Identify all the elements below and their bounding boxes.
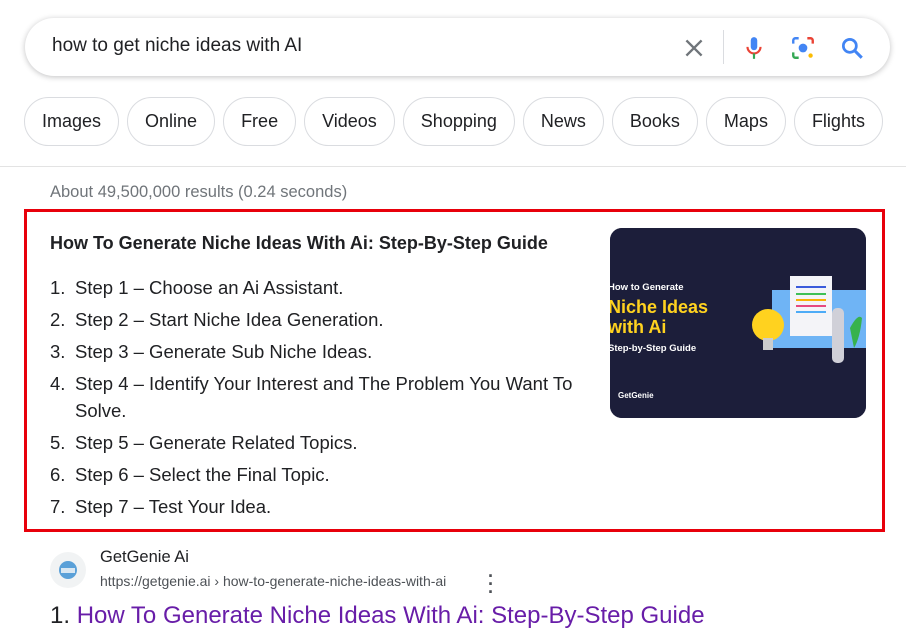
chip-flights[interactable]: Flights: [793, 97, 883, 146]
step-text: Step 7 – Test Your Idea.: [75, 496, 272, 517]
snippet-title: How To Generate Niche Ideas With Ai: Ste…: [50, 233, 548, 253]
clear-icon[interactable]: [681, 35, 707, 61]
list-item: 3. Step 3 – Generate Sub Niche Ideas.: [50, 338, 590, 365]
site-name[interactable]: GetGenie Ai: [100, 548, 189, 567]
list-item: 4. Step 4 – Identify Your Interest and Th…: [50, 370, 590, 424]
step-text: Step 5 – Generate Related Topics.: [75, 432, 358, 453]
chip-maps[interactable]: Maps: [705, 97, 786, 146]
step-text: Step 6 – Select the Final Topic.: [75, 464, 330, 485]
search-icon[interactable]: [839, 35, 865, 61]
step-text: Step 4 – Identify Your Interest and The …: [75, 373, 573, 421]
more-options-icon[interactable]: · · ·: [486, 567, 496, 601]
header-divider: [0, 166, 906, 167]
result-number: 1.: [50, 602, 71, 629]
filter-chips: Images Online Free Videos Shopping News …: [24, 97, 883, 146]
steps-list: 1. Step 1 – Choose an Ai Assistant. 2. Ste…: [50, 274, 590, 525]
thumb-text: with Ai: [610, 317, 666, 337]
list-item: 1. Step 1 – Choose an Ai Assistant.: [50, 274, 590, 301]
step-text: Step 3 – Generate Sub Niche Ideas.: [75, 341, 373, 362]
result-stats: About 49,500,000 results (0.24 seconds): [50, 183, 348, 201]
search-box[interactable]: how to get niche ideas with AI: [25, 18, 890, 76]
chip-shopping[interactable]: Shopping: [402, 97, 515, 146]
chip-images[interactable]: Images: [24, 97, 120, 146]
lens-icon[interactable]: [790, 35, 816, 61]
chip-videos[interactable]: Videos: [304, 97, 395, 146]
search-input[interactable]: how to get niche ideas with AI: [52, 35, 302, 57]
result-link[interactable]: How To Generate Niche Ideas With Ai: Ste…: [77, 602, 705, 629]
list-item: 5. Step 5 – Generate Related Topics.: [50, 429, 590, 456]
featured-snippet: How To Generate Niche Ideas With Ai: Ste…: [24, 209, 885, 532]
site-favicon: [50, 552, 86, 588]
thumb-brand: GetGenie: [618, 391, 654, 400]
list-item: 7. Step 7 – Test Your Idea.: [50, 493, 590, 520]
thumb-text: How to Generate: [610, 282, 684, 293]
list-item: 2. Step 2 – Start Niche Idea Generation.: [50, 306, 590, 333]
chip-news[interactable]: News: [522, 97, 604, 146]
result-title: 1. How To Generate Niche Ideas With Ai: …: [50, 602, 705, 630]
step-text: Step 2 – Start Niche Idea Generation.: [75, 309, 384, 330]
list-item: 6. Step 6 – Select the Final Topic.: [50, 461, 590, 488]
site-url[interactable]: https://getgenie.ai › how-to-generate-ni…: [100, 573, 446, 589]
thumb-text: Niche Ideas: [610, 297, 708, 317]
divider: [723, 30, 724, 64]
chip-free[interactable]: Free: [223, 97, 297, 146]
snippet-thumbnail[interactable]: How to Generate Niche Ideas with Ai Step…: [610, 228, 866, 418]
step-text: Step 1 – Choose an Ai Assistant.: [75, 277, 344, 298]
chip-books[interactable]: Books: [611, 97, 698, 146]
chip-online[interactable]: Online: [127, 97, 216, 146]
microphone-icon[interactable]: [741, 35, 767, 61]
thumb-text: Step-by-Step Guide: [610, 343, 696, 354]
